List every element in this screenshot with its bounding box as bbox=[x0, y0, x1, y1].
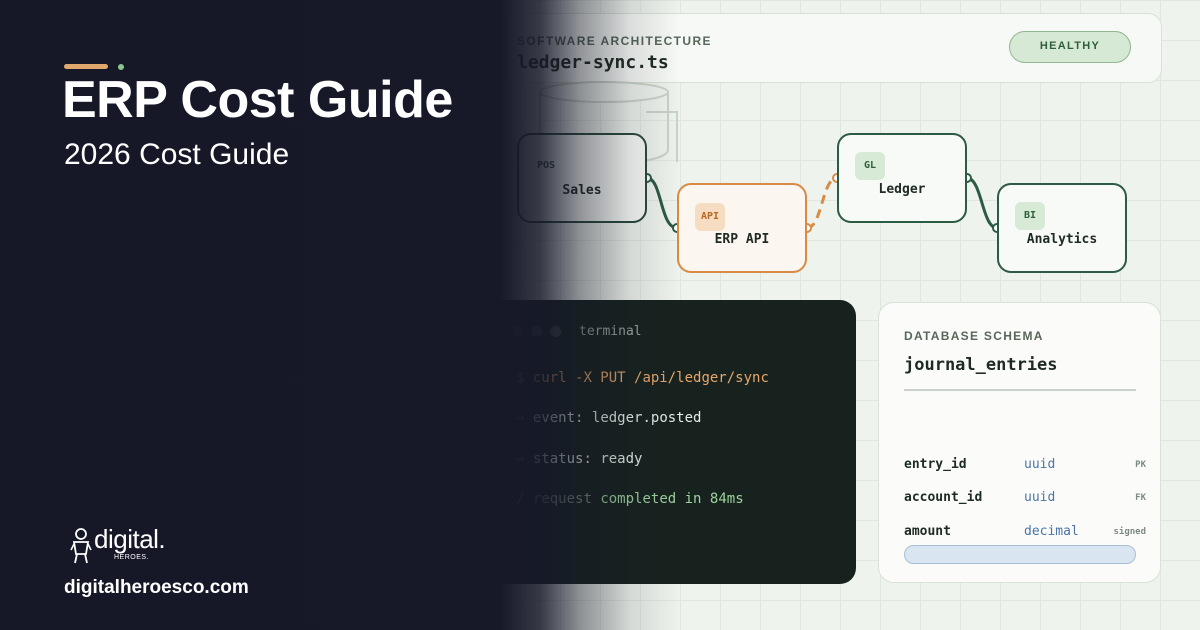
column-key: signed bbox=[1113, 527, 1146, 537]
column-key: PK bbox=[1135, 460, 1146, 470]
connector-sales-api bbox=[646, 176, 678, 230]
column-name: account_id bbox=[904, 490, 983, 505]
hero-banner: SOFTWARE ARCHITECTURE ledger-sync.ts HEA… bbox=[0, 0, 1200, 630]
terminal-line: → event: ledger.posted bbox=[516, 410, 701, 426]
schema-table-name: journal_entries bbox=[904, 355, 1058, 375]
divider bbox=[904, 389, 1136, 391]
node-label: Ledger bbox=[878, 182, 926, 197]
line-value: ledger.posted bbox=[591, 410, 702, 426]
page-subtitle: 2026 Cost Guide bbox=[64, 138, 290, 171]
site-url-link[interactable]: digitalheroesco.com bbox=[64, 577, 249, 599]
terminal-window: terminal $ curl -X PUT /api/ledger/sync … bbox=[488, 300, 856, 584]
connector-api-ledger bbox=[806, 176, 838, 230]
node-tag: POS bbox=[536, 160, 556, 171]
page-title: ERP Cost Guide bbox=[62, 71, 453, 129]
comment-symbol: / bbox=[516, 491, 525, 507]
line-value: ready bbox=[600, 451, 643, 467]
command-text: curl -X PUT /api/ledger/sync bbox=[532, 370, 769, 386]
window-dot-icon bbox=[550, 326, 561, 337]
node-label: ERP API bbox=[714, 232, 770, 247]
node-label: Analytics bbox=[1026, 232, 1098, 247]
logo-subtitle: HEROES. bbox=[114, 554, 150, 561]
logo-wordmark: digital. bbox=[94, 524, 166, 554]
node-tag: API bbox=[695, 203, 725, 231]
line-label: status: bbox=[532, 451, 592, 467]
terminal-line: $ curl -X PUT /api/ledger/sync bbox=[516, 370, 769, 386]
accent-bar bbox=[64, 64, 108, 69]
schema-highlight-bar bbox=[904, 545, 1136, 564]
column-key: FK bbox=[1135, 493, 1146, 503]
schema-row: account_id uuid FK bbox=[904, 490, 1146, 510]
column-name: amount bbox=[904, 524, 951, 539]
column-name: entry_id bbox=[904, 457, 967, 472]
prompt-symbol: $ bbox=[516, 370, 525, 386]
schema-kicker: DATABASE SCHEMA bbox=[904, 329, 1044, 343]
node-erp-api: API ERP API bbox=[677, 183, 807, 273]
window-dot-icon bbox=[531, 326, 542, 337]
arrow-icon: → bbox=[516, 451, 525, 467]
node-tag: GL bbox=[855, 152, 885, 180]
line-label: request bbox=[532, 491, 592, 507]
column-type: uuid bbox=[1024, 490, 1056, 505]
terminal-line: → status: ready bbox=[516, 451, 642, 467]
arrow-icon: → bbox=[516, 410, 525, 426]
column-type: decimal bbox=[1024, 524, 1079, 539]
terminal-line: / request completed in 84ms bbox=[516, 491, 744, 507]
node-tag: BI bbox=[1015, 202, 1045, 230]
node-label: Sales bbox=[562, 183, 602, 198]
node-ledger: GL Ledger bbox=[837, 133, 967, 223]
brand-logo[interactable]: digital. HEROES. bbox=[70, 524, 180, 572]
schema-row: amount decimal signed bbox=[904, 524, 1146, 544]
line-label: event: bbox=[532, 410, 584, 426]
database-schema-card: DATABASE SCHEMA journal_entries entry_id… bbox=[878, 302, 1161, 583]
column-type: uuid bbox=[1024, 457, 1056, 472]
window-dot-icon bbox=[512, 326, 523, 337]
node-analytics: BI Analytics bbox=[997, 183, 1127, 273]
line-value: completed in 84ms bbox=[600, 491, 744, 507]
node-sales: POS Sales bbox=[517, 133, 647, 223]
connector-ledger-bi bbox=[966, 176, 998, 230]
schema-row: entry_id uuid PK bbox=[904, 457, 1146, 477]
terminal-title: terminal bbox=[579, 324, 642, 339]
hero-figure-icon bbox=[70, 528, 92, 564]
